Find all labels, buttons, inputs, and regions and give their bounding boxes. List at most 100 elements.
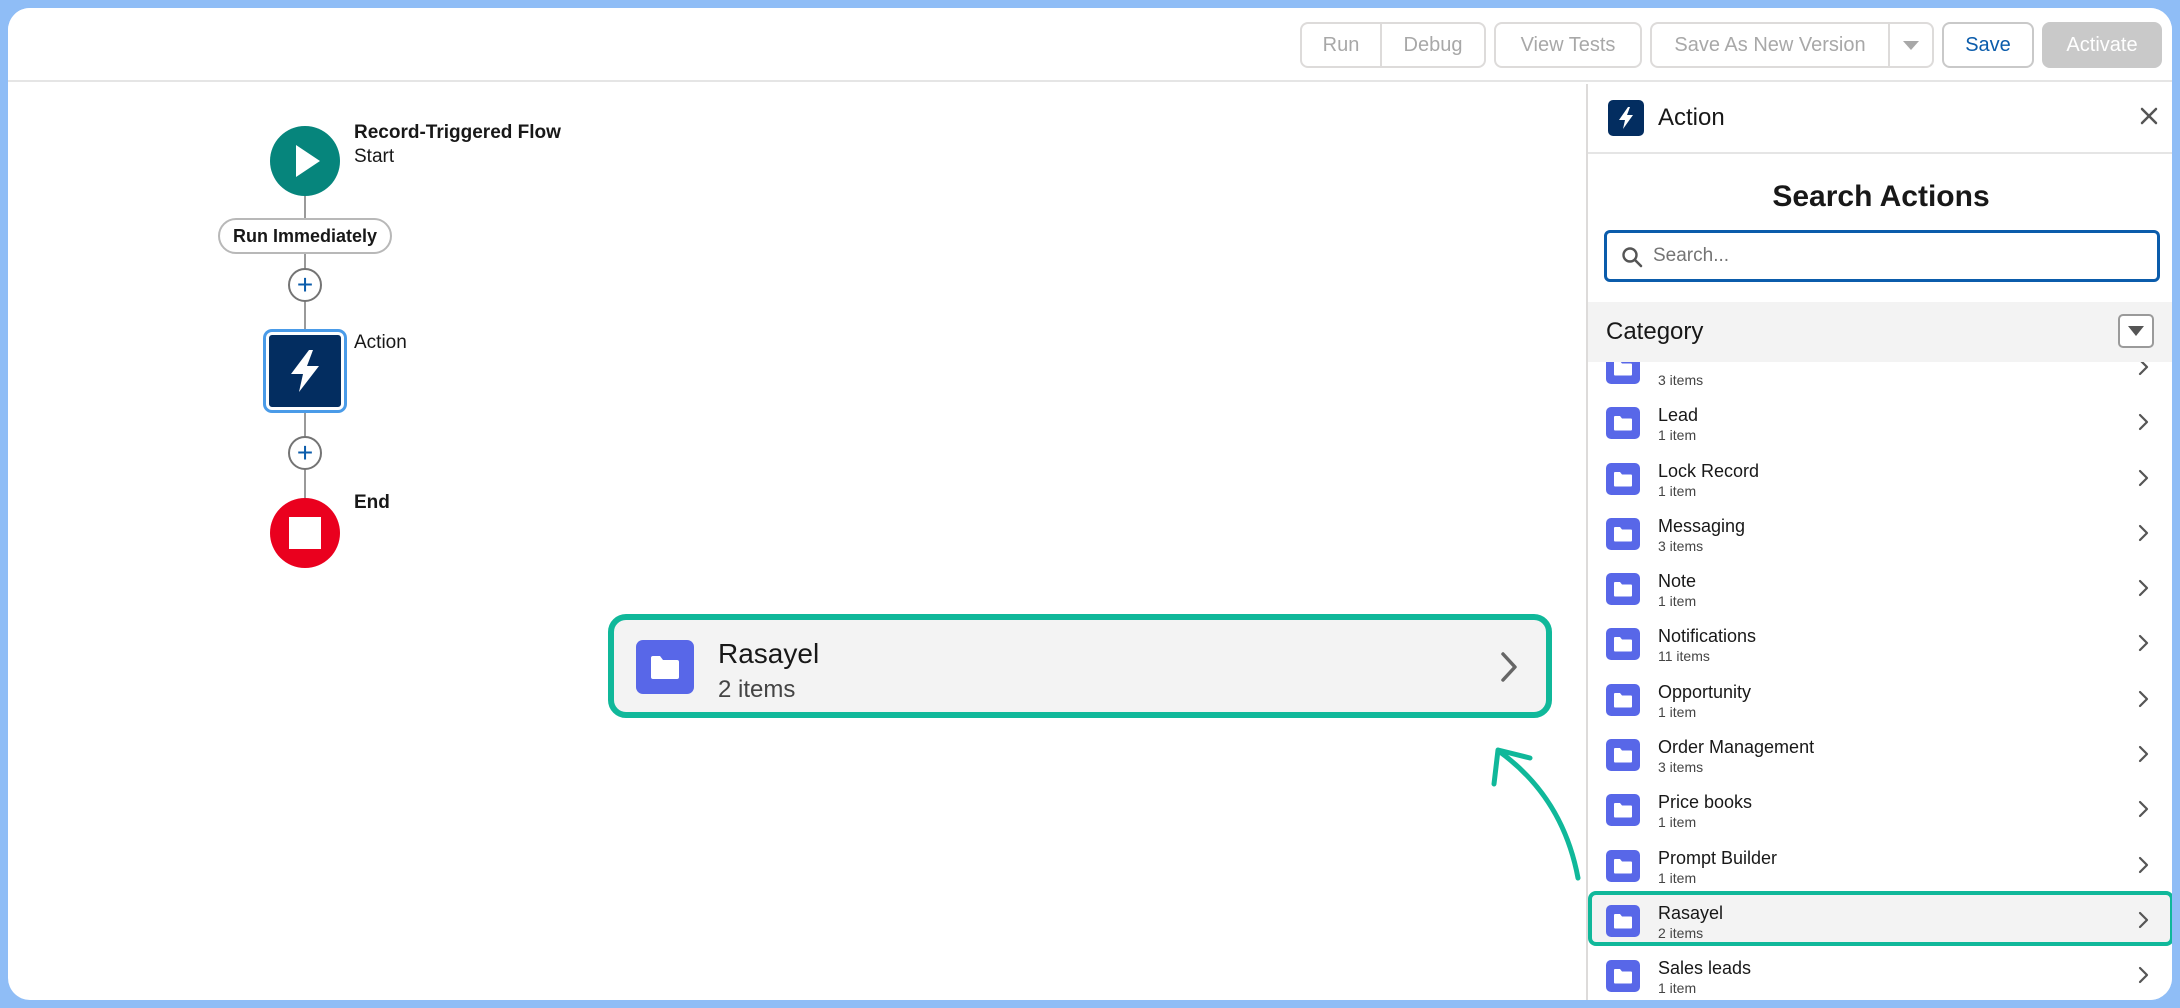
category-item-count: 3 items: [1658, 372, 1704, 388]
panel-header: Action: [1588, 84, 2172, 154]
run-immediately-path[interactable]: Run Immediately: [218, 218, 392, 254]
folder-icon: [1606, 628, 1640, 661]
category-item-count: 1 item: [1658, 593, 1697, 610]
chevron-right-icon: [2138, 745, 2149, 763]
category-item[interactable]: Note 1 item: [1588, 559, 2172, 614]
add-element-button[interactable]: +: [288, 436, 322, 470]
save-button[interactable]: Save: [1942, 22, 2034, 68]
category-item[interactable]: Messaging 3 items: [1588, 504, 2172, 559]
category-item-name: Lock Record: [1658, 460, 1760, 481]
chevron-right-icon: [1501, 652, 1517, 682]
category-item-name: Rasayel: [1658, 902, 1724, 923]
flow-toolbar: Run Debug View Tests Save As New Version…: [8, 8, 2172, 82]
search-actions-heading: Search Actions: [1772, 180, 1990, 213]
chevron-right-icon: [2138, 524, 2149, 541]
category-item[interactable]: Lead 1 item: [1588, 393, 2172, 448]
category-item[interactable]: Price books 1 item: [1588, 780, 2172, 835]
chevron-right-icon: [2138, 414, 2149, 431]
category-item-name: Messaging: [1658, 515, 1746, 536]
save-options-dropdown[interactable]: [1888, 22, 1934, 68]
stop-icon: [289, 517, 321, 549]
save-as-new-version-button[interactable]: Save As New Version: [1650, 22, 1890, 68]
search-icon: [1622, 247, 1643, 268]
category-item-count: 3 items: [1658, 759, 1704, 776]
category-item[interactable]: Order Management 3 items: [1588, 725, 2172, 780]
lightning-bolt-icon: [1608, 100, 1644, 136]
folder-icon: [1606, 573, 1640, 606]
category-item-count: 2 items: [1658, 924, 1704, 941]
close-icon: [2140, 107, 2158, 125]
view-tests-button[interactable]: View Tests: [1494, 22, 1642, 68]
panel-title: Action: [1658, 104, 1725, 131]
folder-icon: [1606, 739, 1640, 772]
category-item-count: 1 item: [1658, 980, 1697, 997]
end-node-label: End: [354, 492, 390, 513]
category-item[interactable]: Lock Record 1 item: [1588, 449, 2172, 504]
plus-icon: +: [296, 437, 314, 468]
pointer-arrow-icon: [1491, 747, 1581, 881]
category-item-count: 1 item: [1658, 814, 1697, 831]
category-item-count: 1 item: [1658, 427, 1697, 444]
play-icon: [296, 145, 320, 177]
chevron-right-icon: [2138, 469, 2149, 486]
category-item[interactable]: Rasayel 2 items: [1588, 890, 2172, 947]
add-element-button[interactable]: +: [288, 268, 322, 302]
chevron-right-icon: [2138, 856, 2149, 873]
category-item[interactable]: Sales leads 1 item: [1588, 946, 2172, 1000]
category-label: Category: [1606, 318, 1704, 345]
action-side-panel: Action Search Actions Category: [1586, 84, 2172, 1000]
category-item-name: Sales leads: [1658, 958, 1752, 979]
chevron-right-icon: [2138, 911, 2149, 929]
end-node[interactable]: [270, 498, 340, 568]
category-item-count: 11 items: [1658, 648, 1710, 665]
folder-icon: [1606, 794, 1640, 827]
category-item-name: Lead: [1658, 405, 1699, 426]
category-item-name: Price books: [1658, 792, 1753, 813]
callout-category-name: Rasayel: [718, 638, 820, 669]
category-item-count: 3 items: [1658, 537, 1704, 554]
chevron-right-icon: [2138, 690, 2149, 707]
category-header: Category: [1588, 302, 2172, 362]
category-item-count: 1 item: [1658, 703, 1697, 720]
flow-canvas: Record-Triggered Flow Start Run Immediat…: [8, 84, 1586, 1000]
debug-button[interactable]: Debug: [1380, 22, 1486, 68]
folder-icon: [1606, 362, 1640, 384]
category-item-name: Opportunity: [1658, 681, 1752, 702]
folder-icon: [1606, 849, 1640, 882]
connector-line: [304, 196, 306, 218]
category-item[interactable]: Prompt Builder 1 item: [1588, 836, 2172, 891]
category-item[interactable]: Opportunity 1 item: [1588, 670, 2172, 725]
lightning-bolt-icon: [291, 350, 319, 392]
category-item[interactable]: 3 items: [1588, 362, 2172, 393]
category-toggle-button[interactable]: [2118, 314, 2154, 348]
search-input[interactable]: [1653, 241, 2143, 271]
category-item-count: 1 item: [1658, 869, 1697, 886]
start-node[interactable]: [270, 126, 340, 196]
close-button[interactable]: [2138, 102, 2160, 134]
folder-icon: [1606, 904, 1640, 937]
folder-icon: [1606, 407, 1640, 440]
activate-button[interactable]: Activate: [2042, 22, 2162, 68]
plus-icon: +: [296, 269, 314, 300]
chevron-right-icon: [2138, 362, 2149, 376]
folder-icon: [1606, 517, 1640, 550]
chevron-down-icon: [1903, 40, 1919, 50]
category-item-count: 1 item: [1658, 482, 1697, 499]
action-node[interactable]: [266, 332, 344, 410]
folder-icon: [1606, 462, 1640, 495]
chevron-right-icon: [2138, 635, 2149, 652]
category-item-name: Notifications: [1658, 626, 1757, 647]
folder-icon: [1606, 683, 1640, 716]
start-node-subtitle: Start: [354, 146, 395, 167]
folder-icon: [1606, 960, 1640, 993]
app-window: Run Debug View Tests Save As New Version…: [8, 8, 2172, 1000]
category-item[interactable]: Notifications 11 items: [1588, 614, 2172, 669]
callout-category-count: 2 items: [718, 676, 796, 703]
run-button[interactable]: Run: [1300, 22, 1382, 68]
category-list[interactable]: 3 items Lead 1 item Lock Record 1 item M…: [1588, 362, 2172, 1000]
category-item-name: Note: [1658, 571, 1697, 592]
chevron-right-icon: [2138, 801, 2149, 818]
chevron-down-icon: [2128, 326, 2144, 336]
search-field[interactable]: [1604, 230, 2160, 282]
folder-icon: [636, 640, 694, 694]
